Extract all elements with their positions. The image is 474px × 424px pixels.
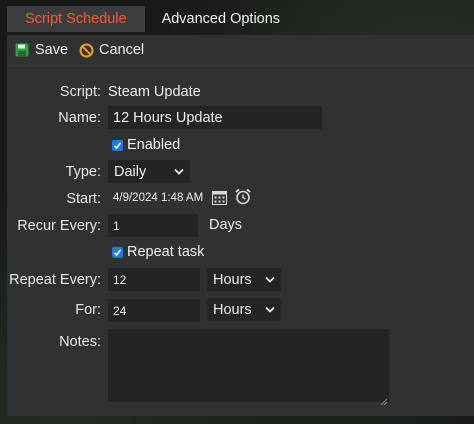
type-select[interactable]: Daily [108,160,190,183]
chevron-down-icon [265,276,275,283]
tab-advanced-options[interactable]: Advanced Options [145,6,299,32]
save-label: Save [35,42,69,58]
recur-every-field[interactable] [108,214,198,237]
for-field[interactable] [108,299,200,322]
repeat-every-label: Repeat Every: [9,272,101,288]
cancel-label: Cancel [99,42,145,58]
tab-bar: Script Schedule Advanced Options [7,6,298,32]
schedule-panel: Save Cancel Script: Steam Update Name: E… [7,35,474,416]
enabled-checkbox[interactable]: Enabled [112,137,180,153]
save-button[interactable]: Save [15,42,68,58]
repeat-task-label: Repeat task [127,244,205,260]
checkmark-icon [112,246,123,258]
no-entry-icon [79,43,94,58]
alarm-clock-icon[interactable] [235,188,251,210]
notes-label: Notes: [59,334,101,350]
recur-unit: Days [209,217,243,233]
tab-script-schedule[interactable]: Script Schedule [7,6,145,32]
resize-handle-icon[interactable] [380,393,388,411]
cancel-button[interactable]: Cancel [79,42,144,58]
repeat-task-checkbox[interactable]: Repeat task [112,244,204,260]
start-label: Start: [66,191,101,207]
checkmark-icon [112,139,123,151]
for-label: For: [75,302,101,318]
for-unit-select[interactable]: Hours [207,298,281,321]
name-field[interactable] [108,106,322,129]
repeat-every-field[interactable] [108,268,200,291]
chevron-down-icon [174,168,184,175]
recur-every-label: Recur Every: [17,218,101,234]
for-unit-value: Hours [213,301,252,318]
calendar-icon[interactable] [212,190,227,210]
schedule-form: Script: Steam Update Name: Enabled Type:… [7,66,474,416]
enabled-label: Enabled [127,137,181,153]
chevron-down-icon [265,306,275,313]
toolbar: Save Cancel [7,35,474,66]
repeat-unit-select[interactable]: Hours [207,268,281,291]
name-label: Name: [58,110,101,126]
script-value: Steam Update [108,84,201,100]
type-value: Daily [114,163,147,180]
start-value[interactable]: 4/9/2024 1:48 AM [113,192,203,204]
repeat-unit-value: Hours [213,271,252,288]
floppy-disk-icon [15,43,29,57]
notes-field[interactable] [108,329,389,402]
script-label: Script: [59,84,101,100]
type-label: Type: [65,164,101,180]
